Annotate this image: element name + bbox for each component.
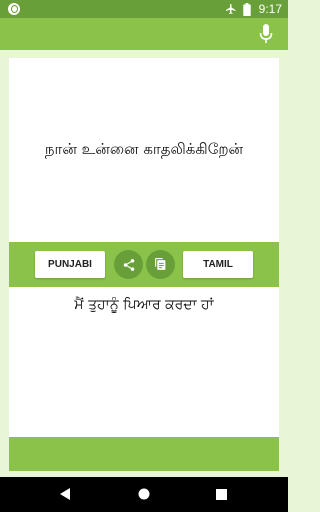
recent-apps-button[interactable]: [214, 487, 228, 501]
status-bar: 9:17: [0, 0, 288, 18]
source-text: நான் உன்னை காதலிக்கிறேன்: [44, 140, 244, 158]
microphone-button[interactable]: [254, 22, 278, 46]
copy-icon: [155, 258, 166, 270]
microphone-icon: [259, 24, 273, 43]
back-button[interactable]: [58, 487, 72, 501]
status-icons: 9:17: [225, 1, 282, 17]
battery-icon: [242, 2, 251, 16]
status-time: 9:17: [258, 2, 282, 16]
navigation-bar: [0, 477, 288, 512]
target-text-card: ਮੈਂ ਤੁਹਾਨੂੰ ਪਿਆਰ ਕਰਦਾ ਹਾਂ: [9, 287, 279, 437]
airplane-mode-icon: [225, 4, 236, 14]
bottom-banner: [9, 437, 279, 471]
source-text-card[interactable]: நான் உன்னை காதலிக்கிறேன்: [9, 58, 279, 242]
source-language-button[interactable]: PUNJABI: [35, 251, 105, 278]
back-icon: [60, 488, 70, 500]
action-bar: PUNJABI TAMIL: [9, 242, 279, 287]
home-button[interactable]: [137, 487, 151, 501]
share-button[interactable]: [114, 250, 143, 279]
copy-button[interactable]: [146, 250, 175, 279]
notification-dot-icon: [8, 3, 20, 15]
translated-text: ਮੈਂ ਤੁਹਾਨੂੰ ਪਿਆਰ ਕਰਦਾ ਹਾਂ: [74, 297, 214, 313]
home-icon: [138, 488, 150, 500]
toolbar: [0, 18, 288, 50]
target-language-button[interactable]: TAMIL: [183, 251, 253, 278]
recent-apps-icon: [215, 488, 227, 500]
share-icon: [123, 258, 134, 271]
